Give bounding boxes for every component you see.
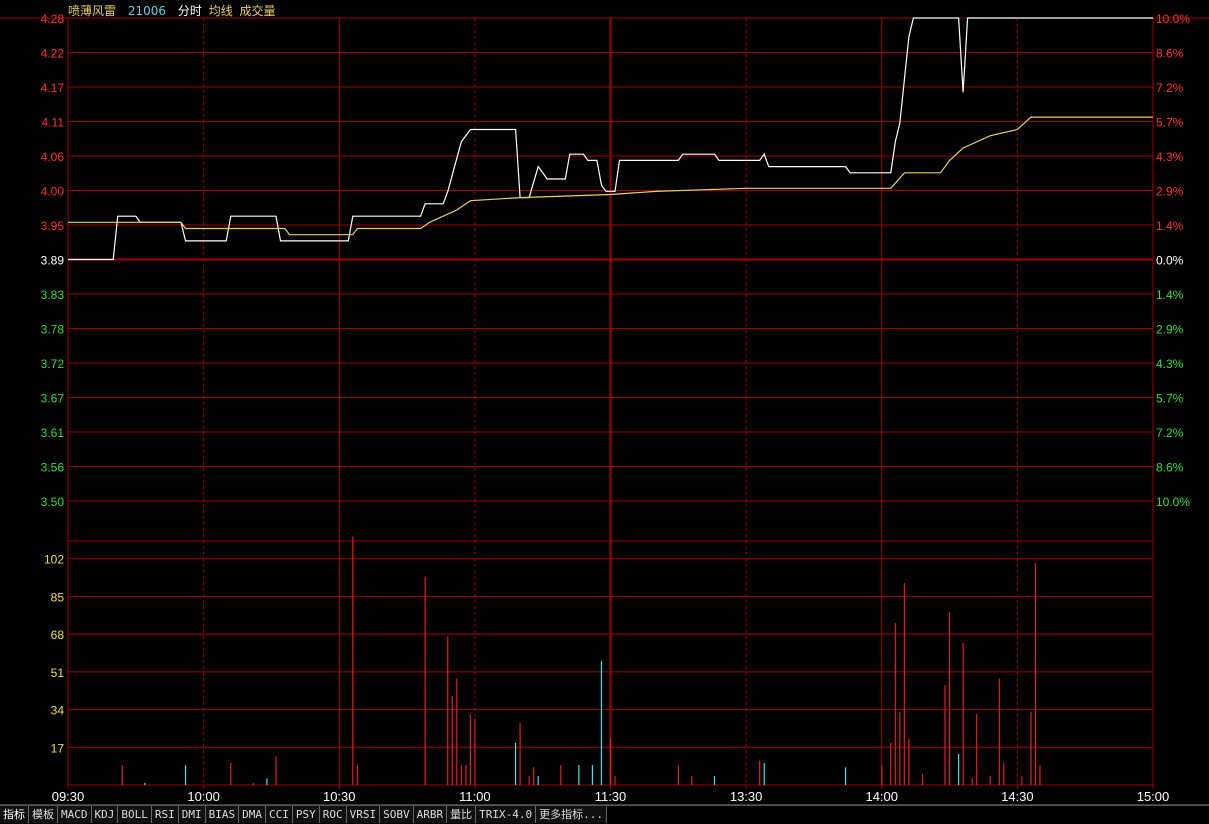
- time-axis-label: 09:30: [52, 789, 85, 804]
- price-tick-label: 3.89: [41, 254, 65, 268]
- time-axis-label: 15:00: [1137, 789, 1170, 804]
- percent-tick-label: 7.2%: [1156, 81, 1184, 95]
- volume-tick-label: 102: [44, 553, 64, 567]
- stock-code: 21006: [127, 4, 167, 18]
- percent-tick-label: 0.0%: [1156, 254, 1184, 268]
- tab-psy[interactable]: PSY: [292, 806, 320, 823]
- tab-cci[interactable]: CCI: [266, 806, 293, 823]
- volume-tick-label: 34: [51, 704, 65, 718]
- tab--[interactable]: 量比: [447, 806, 477, 823]
- volume-tick-label: 51: [51, 666, 65, 680]
- volume-tick-label: 85: [51, 590, 65, 604]
- time-axis-label: 14:00: [865, 789, 898, 804]
- label-intraday: 分时: [177, 4, 202, 18]
- percent-tick-label: 8.6%: [1156, 461, 1184, 475]
- price-tick-label: 4.00: [41, 185, 65, 199]
- tab-indicators[interactable]: 指标: [0, 806, 29, 823]
- percent-tick-label: 4.3%: [1156, 150, 1184, 164]
- chart-canvas[interactable]: 4.28 10.0% 4.22 8.6% 4.17 7.2% 4.11 5.7% 4.06 4.3…: [0, 0, 1209, 806]
- tab-macd[interactable]: MACD: [58, 806, 92, 823]
- percent-tick-label: 10.0%: [1156, 12, 1190, 26]
- price-tick-label: 4.06: [41, 150, 65, 164]
- percent-tick-label: 8.6%: [1156, 47, 1184, 61]
- percent-tick-label: 5.7%: [1156, 116, 1184, 130]
- tab-kdj[interactable]: KDJ: [91, 806, 119, 823]
- stock-name: 喷薄风雷: [68, 4, 117, 18]
- time-axis-label: 10:30: [323, 789, 356, 804]
- tab-vrsi[interactable]: VRSI: [346, 806, 381, 823]
- tab-sobv[interactable]: SOBV: [380, 806, 414, 823]
- tab-bias[interactable]: BIAS: [205, 806, 240, 823]
- time-axis-label: 11:00: [459, 789, 491, 804]
- time-axis-label: 14:30: [1001, 789, 1034, 804]
- tab-trix-4-0[interactable]: TRIX-4.0: [476, 806, 537, 823]
- time-axis-label: 10:00: [187, 789, 220, 804]
- indicator-tab-bar: 指标 模板 MACD KDJ BOLL RSI DMI BIAS DMA CCI PSY ROC VRS…: [0, 805, 1209, 824]
- volume-tick-label: 17: [51, 741, 65, 755]
- percent-tick-label: 2.9%: [1156, 185, 1184, 199]
- tab--[interactable]: 更多指标...: [536, 806, 607, 823]
- tab-rsi[interactable]: RSI: [151, 806, 179, 823]
- percent-tick-label: 5.7%: [1156, 392, 1184, 406]
- price-tick-label: 3.56: [41, 461, 65, 475]
- label-average: 均线: [208, 4, 233, 18]
- percent-tick-label: 2.9%: [1156, 323, 1184, 337]
- percent-tick-label: 1.4%: [1156, 288, 1184, 302]
- tab-boll[interactable]: BOLL: [118, 806, 152, 823]
- chart-title-bar: 喷薄风雷 21006 分时 均线 成交量: [68, 2, 284, 19]
- time-axis-label: 11:30: [595, 789, 627, 804]
- price-tick-label: 4.22: [41, 47, 65, 61]
- price-tick-label: 3.78: [41, 323, 65, 337]
- price-tick-label: 3.61: [41, 426, 65, 440]
- price-tick-label: 4.11: [42, 116, 65, 130]
- price-tick-label: 4.28: [41, 12, 65, 26]
- price-tick-label: 3.50: [41, 495, 65, 509]
- label-volume: 成交量: [239, 4, 276, 18]
- price-tick-label: 3.67: [41, 392, 65, 406]
- percent-tick-label: 7.2%: [1156, 426, 1184, 440]
- time-axis-label: 13:30: [730, 789, 763, 804]
- intraday-chart[interactable]: 4.28 10.0% 4.22 8.6% 4.17 7.2% 4.11 5.7% 4.06 4.3…: [0, 0, 1209, 823]
- tab-roc[interactable]: ROC: [319, 806, 347, 823]
- price-tick-label: 3.72: [41, 357, 65, 371]
- percent-tick-label: 10.0%: [1156, 495, 1190, 509]
- tab-dmi[interactable]: DMI: [178, 806, 206, 823]
- price-tick-label: 3.95: [41, 219, 65, 233]
- tab-template[interactable]: 模板: [29, 806, 58, 823]
- tab-arbr[interactable]: ARBR: [413, 806, 448, 823]
- volume-tick-label: 68: [51, 628, 65, 642]
- tab-dma[interactable]: DMA: [239, 806, 266, 823]
- percent-tick-label: 4.3%: [1156, 357, 1184, 371]
- percent-tick-label: 1.4%: [1156, 219, 1184, 233]
- price-tick-label: 4.17: [41, 81, 65, 95]
- price-tick-label: 3.83: [41, 288, 65, 302]
